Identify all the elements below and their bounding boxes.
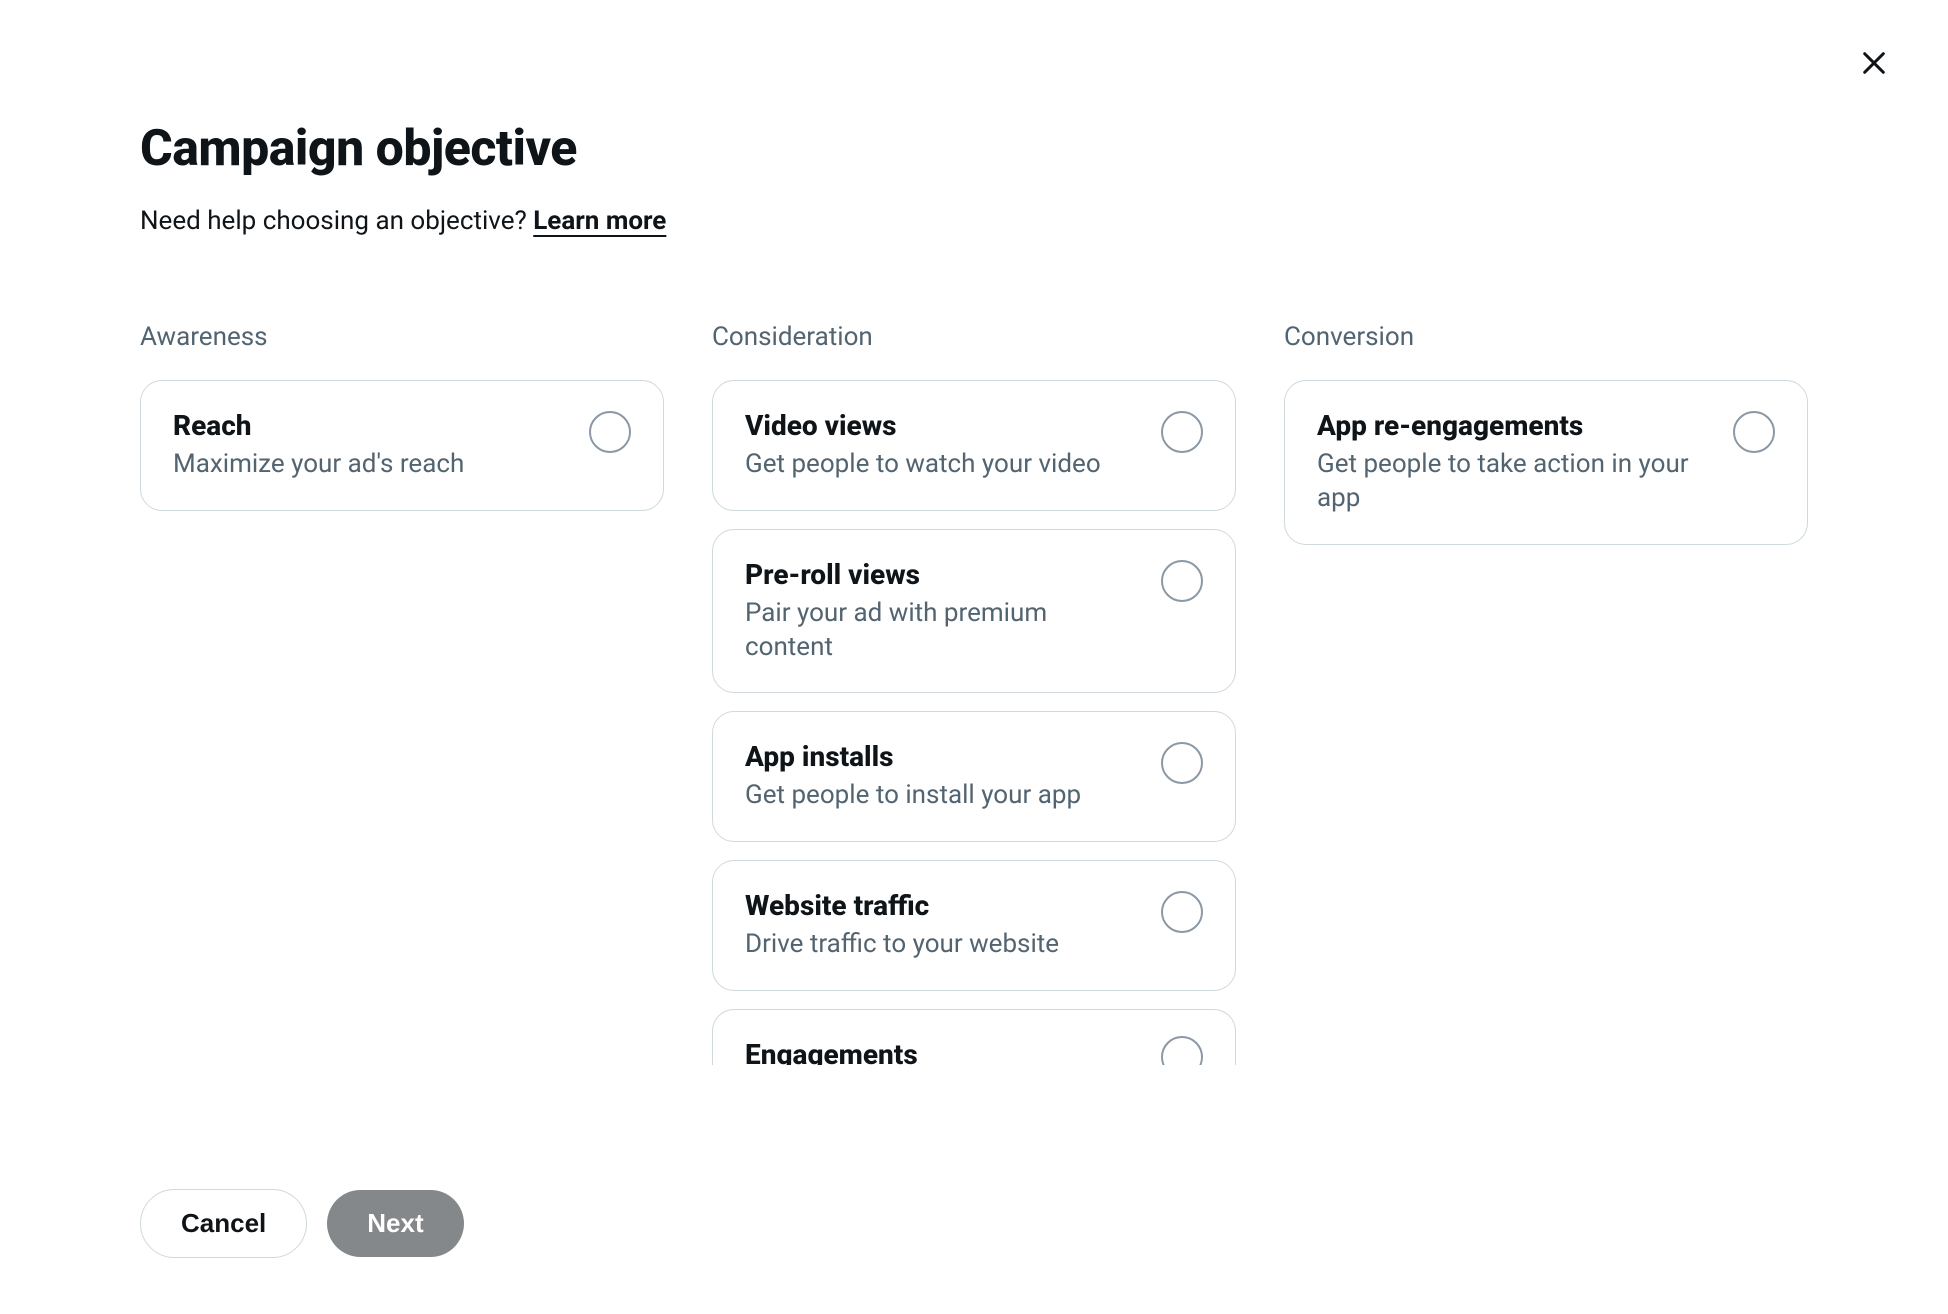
- column-header-consideration: Consideration: [712, 322, 1236, 352]
- learn-more-link[interactable]: Learn more: [533, 206, 666, 236]
- option-reach[interactable]: Reach Maximize your ad's reach: [140, 380, 664, 511]
- cancel-button[interactable]: Cancel: [140, 1189, 307, 1258]
- option-title: Video views: [745, 409, 1141, 442]
- radio-icon: [589, 411, 631, 453]
- option-title: Engagements: [745, 1038, 1141, 1065]
- close-button[interactable]: [1850, 40, 1898, 88]
- option-desc: Maximize your ad's reach: [173, 448, 569, 482]
- radio-icon: [1733, 411, 1775, 453]
- option-desc: Drive traffic to your website: [745, 928, 1141, 962]
- option-title: App installs: [745, 740, 1141, 773]
- column-awareness: Awareness Reach Maximize your ad's reach: [140, 322, 664, 1065]
- option-app-installs[interactable]: App installs Get people to install your …: [712, 711, 1236, 842]
- option-app-re-engagements[interactable]: App re-engagements Get people to take ac…: [1284, 380, 1808, 545]
- option-engagements[interactable]: Engagements: [712, 1009, 1236, 1065]
- help-text-prefix: Need help choosing an objective?: [140, 206, 533, 236]
- objective-columns: Awareness Reach Maximize your ad's reach…: [140, 322, 1808, 1065]
- option-website-traffic[interactable]: Website traffic Drive traffic to your we…: [712, 860, 1236, 991]
- option-desc: Get people to watch your video: [745, 448, 1141, 482]
- radio-icon: [1161, 411, 1203, 453]
- option-pre-roll-views[interactable]: Pre-roll views Pair your ad with premium…: [712, 529, 1236, 694]
- column-header-awareness: Awareness: [140, 322, 664, 352]
- radio-icon: [1161, 560, 1203, 602]
- option-content: Pre-roll views Pair your ad with premium…: [745, 558, 1141, 665]
- option-title: App re-engagements: [1317, 409, 1713, 442]
- option-desc: Get people to install your app: [745, 779, 1141, 813]
- radio-icon: [1161, 1036, 1203, 1065]
- option-content: Video views Get people to watch your vid…: [745, 409, 1141, 482]
- radio-icon: [1161, 742, 1203, 784]
- option-content: Reach Maximize your ad's reach: [173, 409, 569, 482]
- radio-icon: [1161, 891, 1203, 933]
- option-content: App installs Get people to install your …: [745, 740, 1141, 813]
- option-video-views[interactable]: Video views Get people to watch your vid…: [712, 380, 1236, 511]
- next-button[interactable]: Next: [327, 1190, 463, 1257]
- page-title: Campaign objective: [140, 120, 1808, 178]
- close-icon: [1860, 49, 1888, 80]
- option-desc: Get people to take action in your app: [1317, 448, 1713, 516]
- consideration-scroll: Video views Get people to watch your vid…: [712, 380, 1236, 1065]
- option-title: Pre-roll views: [745, 558, 1141, 591]
- option-content: Website traffic Drive traffic to your we…: [745, 889, 1141, 962]
- column-conversion: Conversion App re-engagements Get people…: [1284, 322, 1808, 1065]
- column-consideration: Consideration Video views Get people to …: [712, 322, 1236, 1065]
- footer: Cancel Next: [140, 1189, 464, 1258]
- column-header-conversion: Conversion: [1284, 322, 1808, 352]
- option-title: Website traffic: [745, 889, 1141, 922]
- option-content: Engagements: [745, 1038, 1141, 1065]
- option-content: App re-engagements Get people to take ac…: [1317, 409, 1713, 516]
- option-desc: Pair your ad with premium content: [745, 597, 1141, 665]
- option-title: Reach: [173, 409, 569, 442]
- help-text: Need help choosing an objective? Learn m…: [140, 206, 1808, 236]
